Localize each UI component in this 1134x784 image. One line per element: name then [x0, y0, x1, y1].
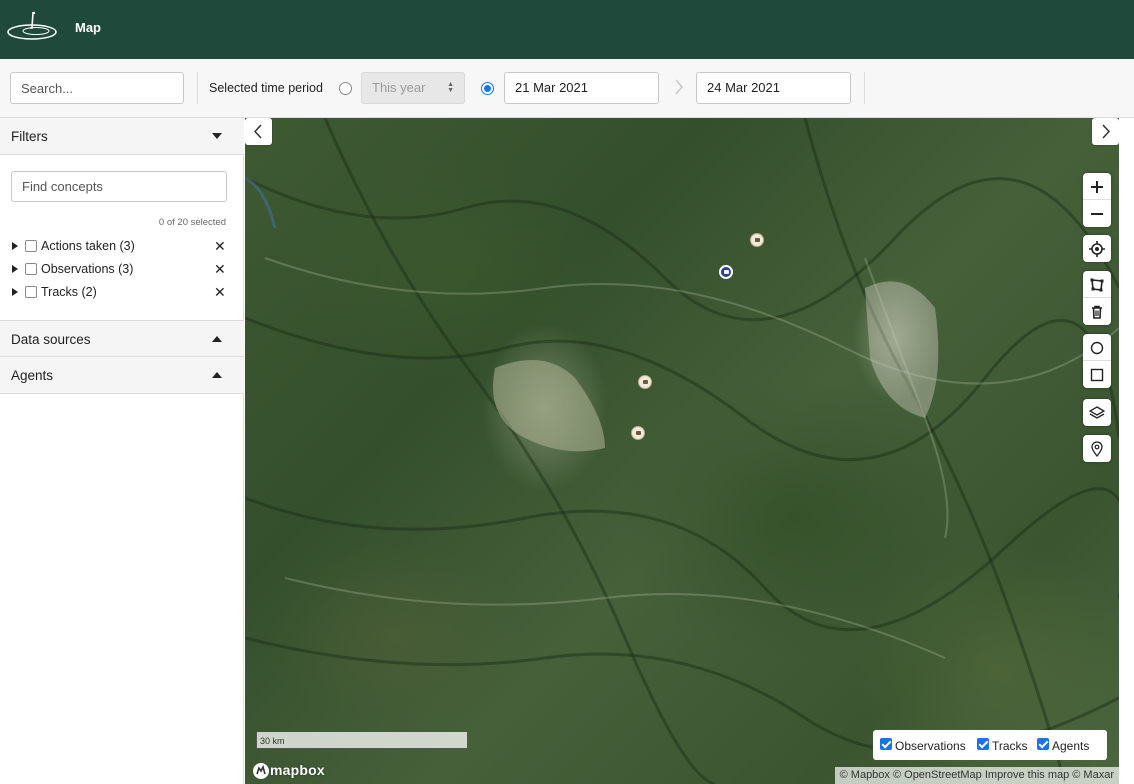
chevron-left-icon: [253, 124, 262, 139]
data-sources-title: Data sources: [11, 332, 91, 347]
expand-triangle-icon[interactable]: [12, 265, 18, 273]
locate-button[interactable]: [1083, 235, 1111, 262]
observations-checkbox[interactable]: [880, 738, 892, 750]
filters-title: Filters: [11, 129, 48, 144]
toolbar: Selected time period This year ▲▼ 21 Mar…: [0, 59, 1134, 118]
mapbox-logo-icon[interactable]: [252, 762, 270, 780]
collapse-sidebar-button[interactable]: [245, 118, 272, 145]
satellite-terrain: [245, 118, 1119, 784]
agents-title: Agents: [11, 368, 54, 383]
year-select[interactable]: This year ▲ ▼: [361, 72, 465, 104]
agent-marker[interactable]: [719, 265, 733, 279]
trash-icon: [1092, 305, 1102, 319]
toolbar-divider: [197, 72, 198, 104]
date-to-input[interactable]: 24 Mar 2021: [696, 72, 851, 104]
app-title[interactable]: Map: [75, 20, 101, 35]
legend-observations-label[interactable]: Observations: [895, 739, 966, 753]
expand-panel-button[interactable]: [1092, 118, 1119, 145]
year-radio[interactable]: [339, 82, 352, 95]
expand-triangle-icon[interactable]: [12, 242, 18, 250]
data-sources-header[interactable]: Data sources: [0, 320, 244, 357]
map-legend: Observations Tracks Agents: [873, 730, 1107, 760]
mapbox-wordmark[interactable]: mapbox: [270, 762, 325, 778]
app-header: Map: [0, 0, 1134, 59]
filter-checkbox[interactable]: [25, 240, 37, 252]
draw-circle-button[interactable]: [1083, 334, 1111, 361]
sidebar: Filters 0 of 20 selected Actions taken (…: [0, 118, 244, 784]
square-icon: [1090, 368, 1104, 382]
tracks-checkbox[interactable]: [977, 738, 989, 750]
layers-icon: [1089, 406, 1105, 419]
layers-button[interactable]: [1083, 399, 1111, 426]
map-attribution[interactable]: © Mapbox © OpenStreetMap Improve this ma…: [834, 767, 1119, 784]
pin-control: [1083, 435, 1111, 462]
clear-x-icon[interactable]: ✕: [214, 285, 226, 299]
chevron-right-icon: [1102, 124, 1111, 139]
year-select-value: This year: [372, 80, 426, 95]
observation-marker[interactable]: [638, 375, 652, 389]
zoom-controls: [1083, 173, 1111, 227]
draw-polygon-button[interactable]: [1083, 271, 1111, 298]
clear-x-icon[interactable]: ✕: [214, 239, 226, 253]
locate-control: [1083, 235, 1111, 262]
updown-arrows-icon: ▲ ▼: [447, 81, 454, 94]
right-panel-edge: [1119, 118, 1134, 784]
pin-icon: [1091, 441, 1103, 457]
selected-count: 0 of 20 selected: [158, 217, 226, 228]
filter-checkbox[interactable]: [25, 286, 37, 298]
find-concepts-input[interactable]: [11, 171, 227, 202]
layers-control: [1083, 399, 1111, 426]
agents-header[interactable]: Agents: [0, 357, 244, 394]
chevron-right-icon: [675, 79, 683, 95]
draw-square-button[interactable]: [1083, 361, 1111, 388]
search-input[interactable]: [10, 72, 184, 104]
filter-row-tracks[interactable]: Tracks (2) ✕: [0, 283, 244, 303]
draw-controls: [1083, 271, 1111, 325]
observation-marker[interactable]: [631, 426, 645, 440]
legend-tracks-label[interactable]: Tracks: [992, 739, 1028, 753]
date-from-input[interactable]: 21 Mar 2021: [504, 72, 659, 104]
circle-icon: [1090, 341, 1104, 355]
pin-button[interactable]: [1083, 435, 1111, 462]
agents-checkbox[interactable]: [1037, 738, 1049, 750]
scale-bar: 30 km: [256, 732, 468, 749]
zoom-out-button[interactable]: [1083, 200, 1111, 227]
filter-label: Tracks (2): [41, 285, 97, 299]
date-range-radio[interactable]: [481, 82, 494, 95]
zoom-in-icon: [1091, 181, 1103, 193]
filter-checkbox[interactable]: [25, 263, 37, 275]
observation-marker[interactable]: [750, 233, 764, 247]
filter-label: Actions taken (3): [41, 239, 135, 253]
toolbar-divider: [864, 72, 865, 104]
map-canvas[interactable]: 30 km mapbox Observations Tracks Agents …: [245, 118, 1119, 784]
caret-up-icon: [212, 336, 222, 342]
locate-icon: [1089, 241, 1105, 257]
app-logo-icon[interactable]: [6, 10, 58, 44]
clear-x-icon[interactable]: ✕: [214, 262, 226, 276]
filters-header[interactable]: Filters: [0, 118, 244, 155]
caret-down-icon: [212, 133, 222, 139]
legend-agents-label[interactable]: Agents: [1052, 739, 1089, 753]
filter-label: Observations (3): [41, 262, 134, 276]
zoom-out-icon: [1091, 213, 1103, 215]
caret-up-icon: [212, 372, 222, 378]
time-period-label: Selected time period: [209, 81, 323, 95]
shape-controls: [1083, 334, 1111, 388]
draw-polygon-icon: [1090, 278, 1104, 292]
expand-triangle-icon[interactable]: [12, 288, 18, 296]
trash-button[interactable]: [1083, 298, 1111, 325]
filter-row-observations[interactable]: Observations (3) ✕: [0, 260, 244, 280]
zoom-in-button[interactable]: [1083, 173, 1111, 200]
filter-row-actions-taken[interactable]: Actions taken (3) ✕: [0, 237, 244, 257]
